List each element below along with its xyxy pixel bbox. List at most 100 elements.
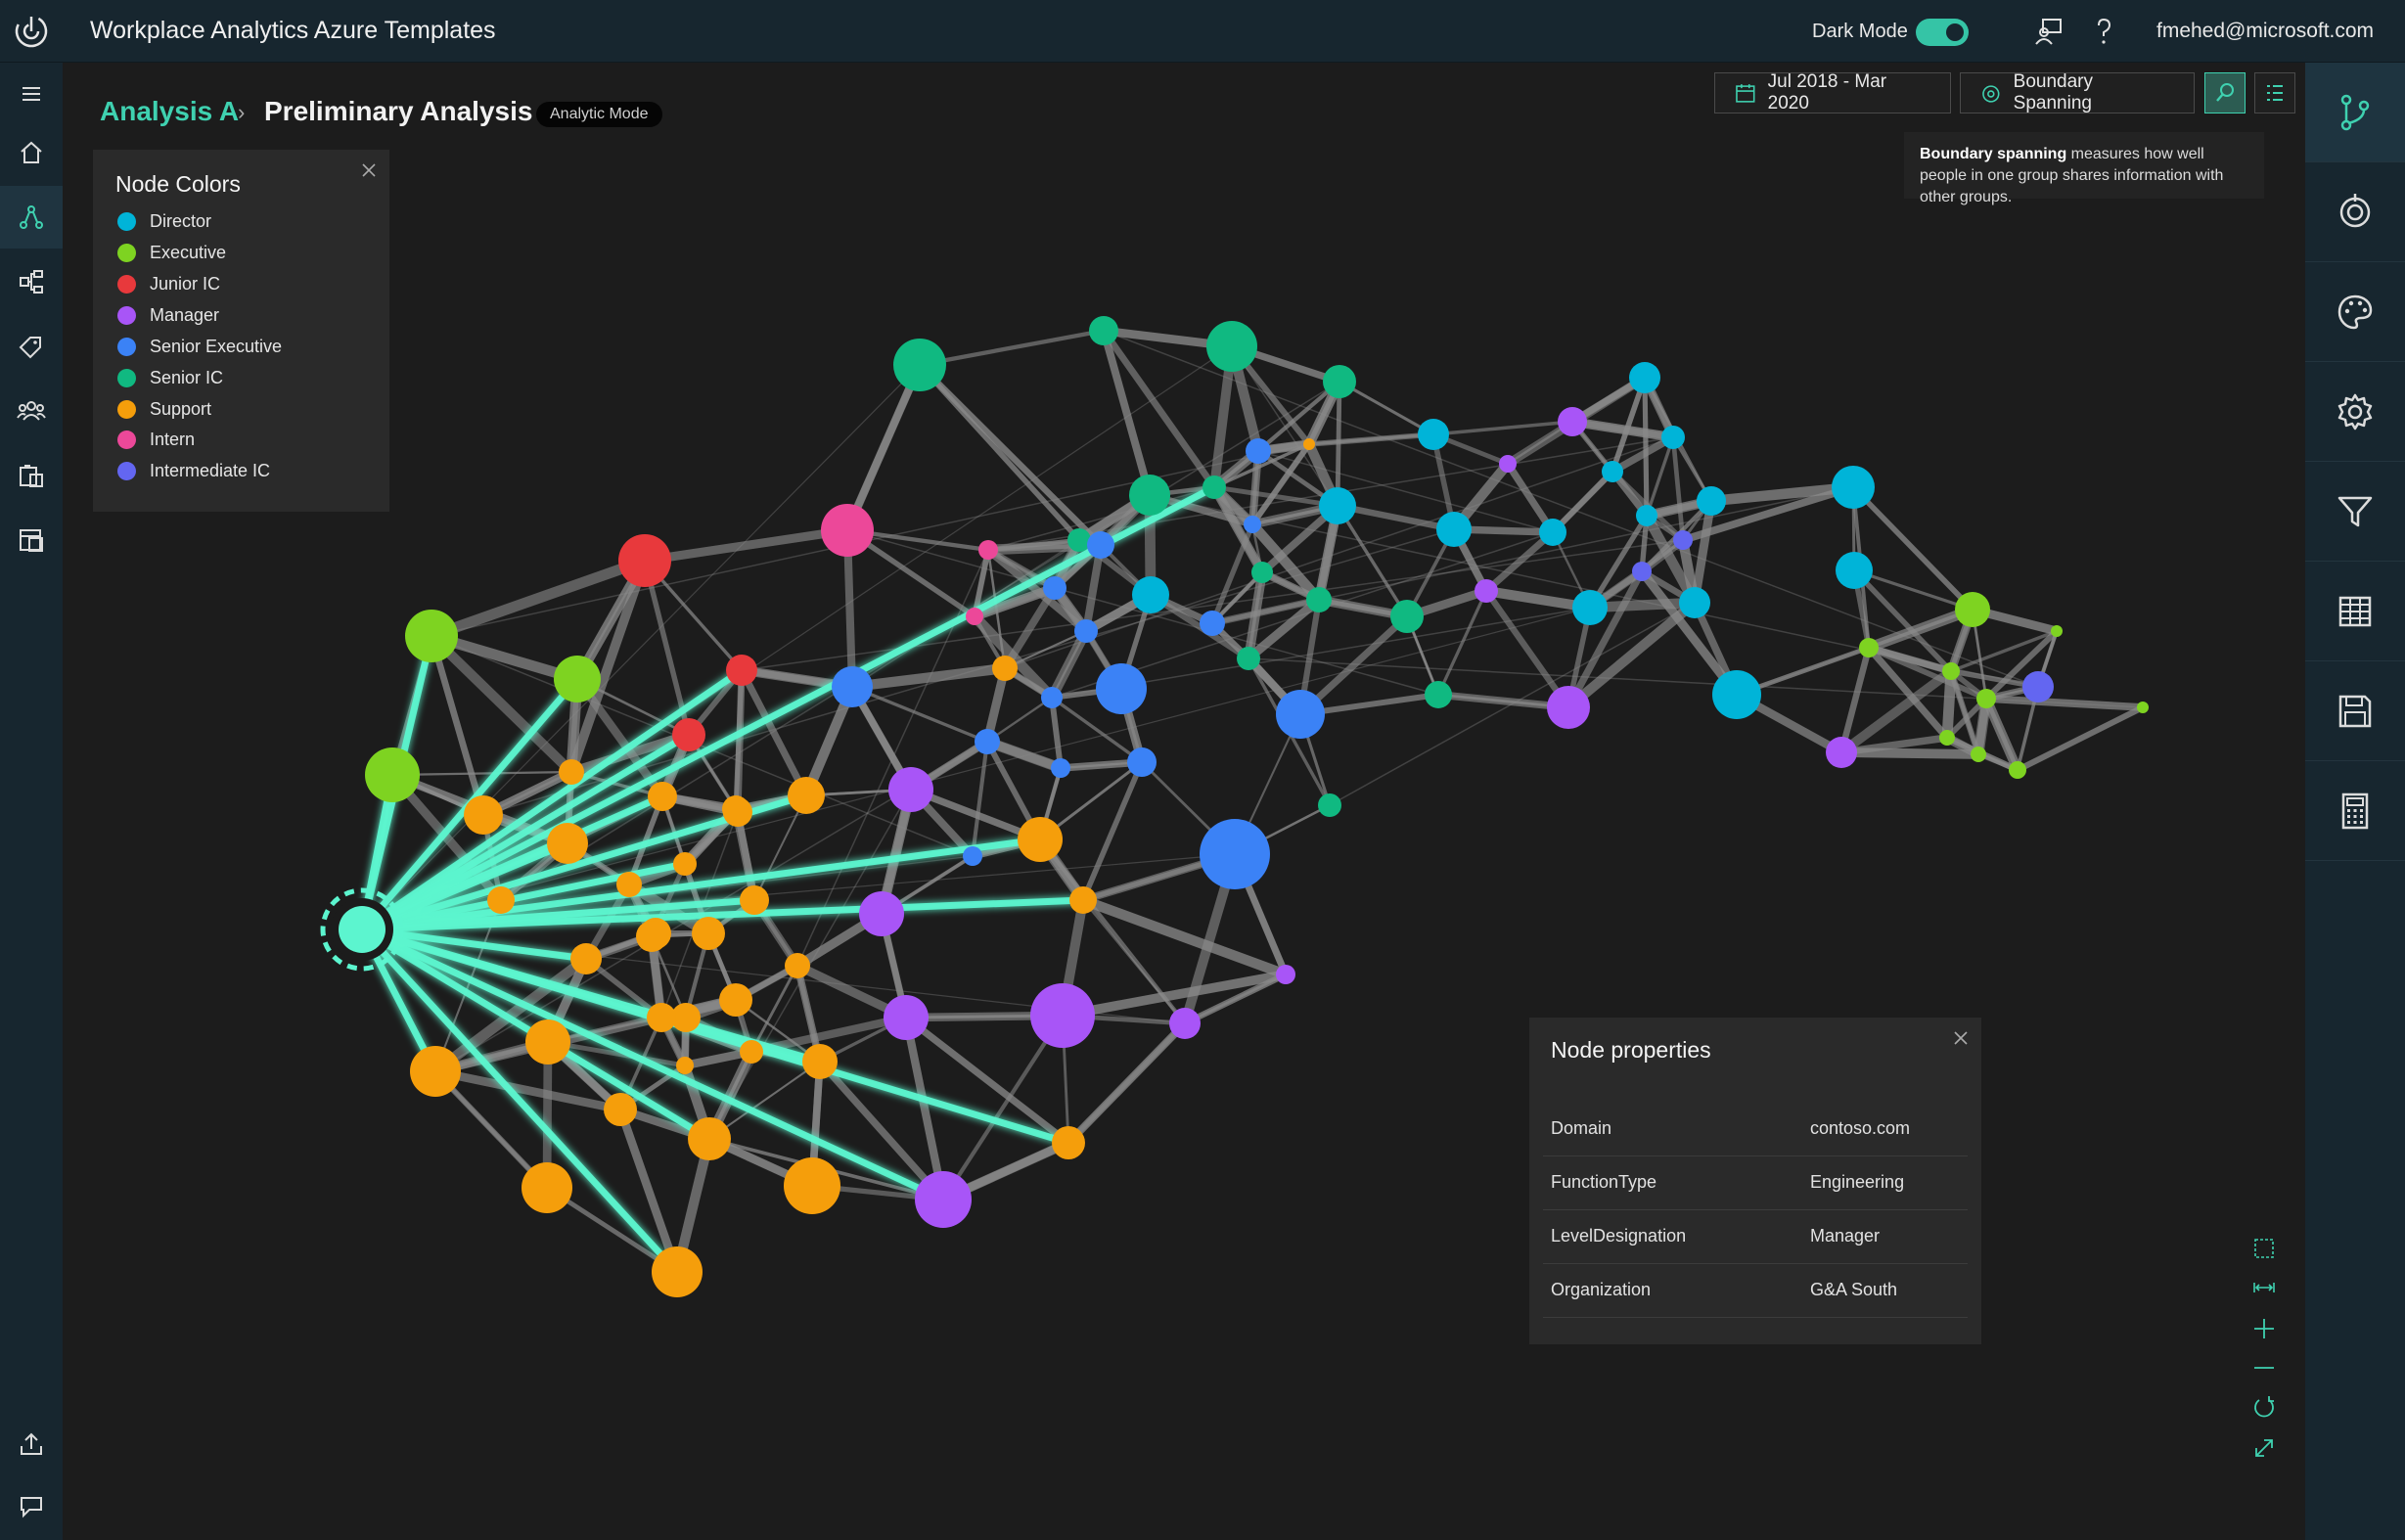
- graph-node[interactable]: [405, 610, 458, 662]
- graph-node[interactable]: [963, 846, 982, 866]
- graph-node[interactable]: [604, 1093, 637, 1126]
- graph-node[interactable]: [1251, 562, 1273, 583]
- graph-node[interactable]: [1200, 819, 1270, 889]
- dark-mode-toggle[interactable]: [1916, 19, 1969, 46]
- graph-node[interactable]: [1572, 590, 1608, 625]
- graph-node[interactable]: [1418, 419, 1449, 450]
- graph-node[interactable]: [1679, 587, 1710, 618]
- graph-node[interactable]: [1323, 365, 1356, 398]
- graph-node[interactable]: [1169, 1008, 1201, 1039]
- graph-node[interactable]: [618, 534, 671, 587]
- metric-button[interactable]: Boundary Spanning: [1960, 71, 2195, 113]
- expand-icon[interactable]: [2250, 1434, 2278, 1462]
- rail-table[interactable]: [2305, 562, 2405, 661]
- graph-node[interactable]: [1636, 505, 1657, 526]
- graph-node[interactable]: [2137, 702, 2149, 713]
- graph-node[interactable]: [676, 1057, 694, 1074]
- graph-node[interactable]: [1018, 817, 1063, 862]
- graph-node[interactable]: [570, 943, 602, 974]
- graph-node[interactable]: [647, 1003, 676, 1032]
- graph-node[interactable]: [1499, 455, 1517, 473]
- graph-node[interactable]: [1067, 528, 1091, 552]
- graph-node[interactable]: [832, 666, 873, 707]
- graph-node[interactable]: [1976, 689, 1996, 708]
- graph-node[interactable]: [992, 656, 1018, 681]
- search-toggle-button[interactable]: [2204, 72, 2246, 113]
- graph-node[interactable]: [1390, 600, 1424, 633]
- rail-save[interactable]: [2305, 661, 2405, 761]
- zoom-in-icon[interactable]: [2250, 1315, 2278, 1342]
- date-range-button[interactable]: Jul 2018 - Mar 2020: [1714, 71, 1951, 113]
- graph-node[interactable]: [1237, 647, 1260, 670]
- close-icon[interactable]: [358, 159, 380, 181]
- graph-node[interactable]: [2051, 625, 2063, 637]
- graph-node[interactable]: [1096, 663, 1147, 714]
- graph-node[interactable]: [788, 777, 825, 814]
- graph-node[interactable]: [2022, 671, 2054, 702]
- graph-node[interactable]: [1632, 562, 1652, 581]
- graph-node[interactable]: [1539, 519, 1566, 546]
- graph-node[interactable]: [1712, 670, 1761, 719]
- graph-node[interactable]: [1425, 681, 1452, 708]
- fit-width-icon[interactable]: [2250, 1274, 2278, 1301]
- graph-node[interactable]: [1629, 362, 1660, 393]
- graph-node[interactable]: [1475, 579, 1498, 603]
- close-icon[interactable]: [1950, 1027, 1972, 1049]
- graph-node[interactable]: [1202, 476, 1226, 499]
- graph-node[interactable]: [636, 921, 667, 952]
- graph-node[interactable]: [1602, 461, 1623, 482]
- zoom-out-icon[interactable]: [2250, 1354, 2278, 1381]
- breadcrumb-parent[interactable]: Analysis A: [100, 96, 239, 127]
- graph-node[interactable]: [672, 718, 705, 751]
- nav-people[interactable]: [0, 380, 63, 442]
- graph-node[interactable]: [740, 885, 769, 915]
- graph-node[interactable]: [1697, 486, 1726, 516]
- graph-node[interactable]: [616, 872, 642, 897]
- graph-node[interactable]: [1276, 690, 1325, 739]
- graph-node[interactable]: [978, 540, 998, 560]
- graph-node[interactable]: [784, 1157, 840, 1214]
- rail-settings[interactable]: [2305, 362, 2405, 462]
- graph-node[interactable]: [1836, 552, 1873, 589]
- graph-node[interactable]: [554, 656, 601, 702]
- graph-node[interactable]: [522, 1162, 572, 1213]
- graph-node[interactable]: [1069, 886, 1097, 914]
- graph-node[interactable]: [915, 1171, 972, 1228]
- graph-node[interactable]: [559, 759, 584, 785]
- graph-node[interactable]: [1041, 687, 1063, 708]
- graph-node[interactable]: [1052, 1126, 1085, 1159]
- nav-tags[interactable]: [0, 315, 63, 378]
- graph-node[interactable]: [726, 655, 757, 686]
- rail-palette[interactable]: [2305, 262, 2405, 362]
- graph-node[interactable]: [547, 823, 588, 864]
- graph-node[interactable]: [1206, 321, 1257, 372]
- graph-node[interactable]: [1832, 466, 1875, 509]
- graph-node[interactable]: [1051, 758, 1070, 778]
- rail-filter[interactable]: [2305, 462, 2405, 562]
- graph-node[interactable]: [1306, 587, 1332, 612]
- graph-node[interactable]: [859, 891, 904, 936]
- graph-node[interactable]: [464, 795, 503, 835]
- graph-node[interactable]: [410, 1046, 461, 1097]
- graph-node[interactable]: [719, 983, 752, 1017]
- nav-network[interactable]: [0, 186, 63, 249]
- rail-calculator[interactable]: [2305, 761, 2405, 861]
- graph-node[interactable]: [821, 504, 874, 557]
- list-toggle-button[interactable]: [2254, 72, 2295, 113]
- nav-reports[interactable]: [0, 444, 63, 507]
- graph-node[interactable]: [525, 1019, 570, 1064]
- menu-button[interactable]: [0, 63, 63, 125]
- graph-node[interactable]: [1303, 438, 1315, 450]
- graph-node[interactable]: [1089, 316, 1118, 345]
- nav-feedback[interactable]: [0, 1475, 63, 1538]
- graph-node[interactable]: [1558, 407, 1587, 436]
- graph-node[interactable]: [692, 917, 725, 950]
- select-area-icon[interactable]: [2250, 1235, 2278, 1262]
- graph-node[interactable]: [888, 767, 933, 812]
- nav-share[interactable]: [0, 1413, 63, 1475]
- nav-hierarchy[interactable]: [0, 250, 63, 313]
- app-logo-icon[interactable]: [12, 12, 51, 51]
- graph-node[interactable]: [365, 747, 420, 802]
- graph-node[interactable]: [1319, 487, 1356, 524]
- graph-node[interactable]: [975, 729, 1000, 754]
